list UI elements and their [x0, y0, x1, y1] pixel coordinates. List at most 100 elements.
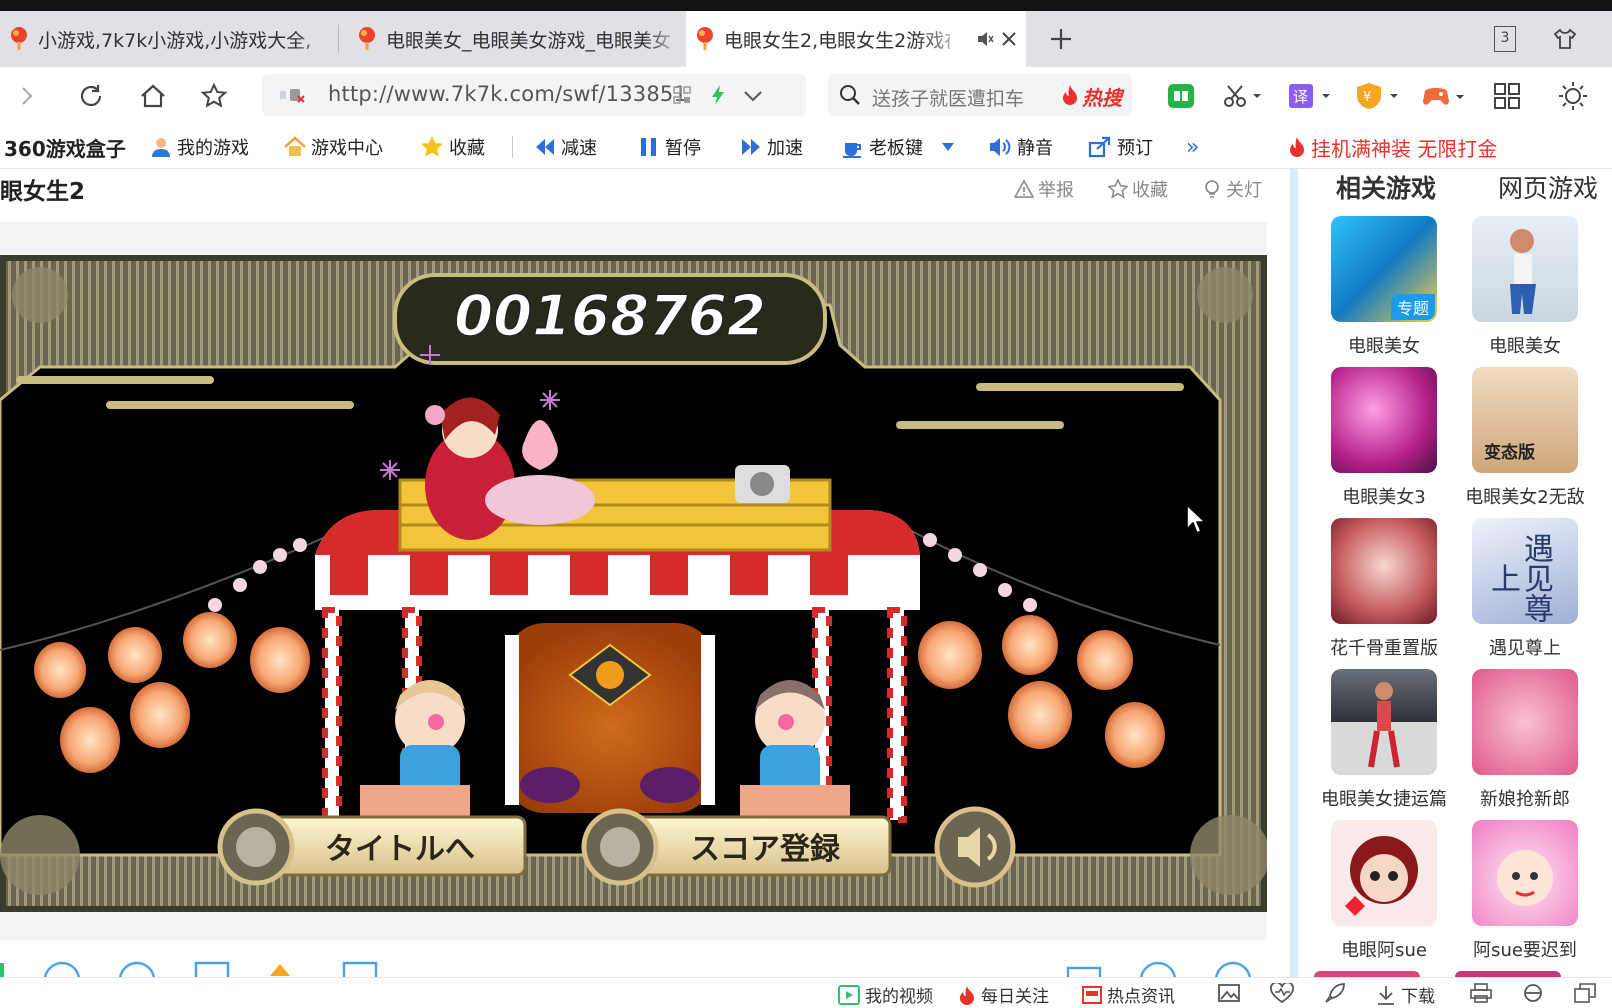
collect-button[interactable]: 收藏	[1108, 176, 1168, 202]
title-button[interactable]: タイトルへ	[217, 808, 527, 886]
lightning-icon[interactable]	[709, 84, 727, 106]
theme-button[interactable]	[1554, 77, 1592, 115]
hot-search-label[interactable]: 热搜	[1082, 82, 1122, 111]
game-card-7[interactable]: 新娘抢新郎	[1455, 669, 1595, 811]
game-label[interactable]: 新娘抢新郎	[1455, 785, 1595, 811]
game-label[interactable]: 电眼美女捷运篇	[1314, 785, 1454, 811]
caret-down-icon[interactable]	[941, 142, 955, 152]
window-restore-icon[interactable]	[1574, 983, 1596, 1003]
game-thumbnail[interactable]	[1472, 216, 1578, 322]
game-card-5[interactable]: 遇见尊上 遇见尊上	[1455, 518, 1595, 660]
game-card-4[interactable]: 花千骨重置版	[1314, 518, 1454, 660]
toolbar-my-games[interactable]: 我的游戏	[150, 133, 249, 161]
forward-button[interactable]	[8, 77, 46, 115]
reload-button[interactable]	[72, 77, 110, 115]
game-button[interactable]	[1418, 77, 1470, 115]
heartbeat-icon[interactable]	[1270, 983, 1294, 1003]
report-button[interactable]: 举报	[1014, 176, 1074, 202]
close-tab-icon[interactable]	[1000, 30, 1018, 48]
status-download[interactable]: 下载	[1376, 982, 1435, 1007]
toolbar-pause[interactable]: 暂停	[638, 133, 701, 161]
star-icon	[421, 136, 443, 157]
tab-web-games[interactable]: 网页游戏	[1498, 169, 1598, 205]
lights-off-button[interactable]: 关灯	[1202, 176, 1262, 202]
speaker-muted-icon[interactable]	[976, 30, 994, 48]
game-box-brand[interactable]: 360游戏盒子	[4, 133, 126, 161]
url-box[interactable]: http://www.7k7k.com/swf/133851	[262, 74, 806, 116]
game-sound-button[interactable]	[934, 806, 1016, 888]
image-icon[interactable]	[1218, 983, 1240, 1003]
action-label: 关灯	[1226, 180, 1262, 201]
status-daily-focus[interactable]: 每日关注	[958, 982, 1049, 1007]
action-label: 收藏	[1132, 180, 1168, 201]
game-thumbnail[interactable]	[1331, 669, 1437, 775]
game-label[interactable]: 遇见尊上	[1455, 634, 1595, 660]
game-canvas[interactable]: 00168762 タイトルへ スコア登録	[0, 255, 1270, 912]
game-card-6[interactable]: 电眼美女捷运篇	[1314, 669, 1454, 811]
toolbar-game-center[interactable]: 游戏中心	[284, 133, 383, 161]
game-card-1[interactable]: 电眼美女	[1455, 216, 1595, 358]
game-label[interactable]: 阿sue要迟到	[1455, 936, 1595, 962]
new-tab-button[interactable]	[1042, 20, 1080, 58]
game-thumbnail[interactable]	[1331, 820, 1437, 926]
game-thumbnail[interactable]: 变态版	[1472, 367, 1578, 473]
translate-button[interactable]: 译	[1284, 77, 1336, 115]
grid-icon	[1494, 83, 1520, 109]
game-card-9[interactable]: 阿sue要迟到	[1455, 820, 1595, 962]
game-card-8[interactable]: 电眼阿sue	[1314, 820, 1454, 962]
favorite-button[interactable]	[195, 77, 233, 115]
share-out-icon	[1088, 136, 1111, 158]
game-thumbnail[interactable]	[1472, 669, 1578, 775]
toolbar-slow-down[interactable]: 减速	[534, 133, 597, 161]
game-thumbnail[interactable]: 专题	[1331, 216, 1437, 322]
game-card-2[interactable]: 电眼美女3	[1314, 367, 1454, 509]
score-register-label: スコア登録	[690, 832, 841, 867]
tab-count-button[interactable]: 3	[1486, 20, 1524, 58]
url-text[interactable]: http://www.7k7k.com/swf/133851	[328, 82, 687, 106]
game-thumbnail[interactable]: 遇见尊上	[1472, 518, 1578, 624]
toolbar-speed-up[interactable]: 加速	[740, 133, 803, 161]
toolbar-reserve[interactable]: 预订	[1088, 133, 1153, 161]
game-label[interactable]: 电眼阿sue	[1314, 936, 1454, 962]
game-scene[interactable]: 00168762 タイトルへ スコア登録	[0, 255, 1270, 912]
game-label[interactable]: 电眼美女	[1314, 332, 1454, 358]
game-label[interactable]: 花千骨重置版	[1314, 634, 1454, 660]
chevron-down-icon[interactable]	[742, 89, 764, 103]
printer-icon[interactable]	[1470, 983, 1492, 1003]
camera-blocked-icon[interactable]	[278, 84, 306, 106]
toolbar-promo[interactable]: 挂机满神装 无限打金	[1288, 133, 1497, 161]
title-button-label: タイトルへ	[325, 832, 475, 867]
toolbar-mute[interactable]: 静音	[988, 133, 1053, 161]
status-hot-news[interactable]: 热点资讯	[1082, 982, 1175, 1007]
toolbar-boss-key[interactable]: 老板键	[842, 133, 960, 161]
mouse-cursor-icon	[1186, 504, 1208, 535]
game-thumbnail[interactable]	[1331, 518, 1437, 624]
tab-menu-button[interactable]	[1546, 20, 1584, 58]
reader-button[interactable]	[1162, 77, 1200, 115]
ie-icon[interactable]	[1522, 983, 1544, 1003]
wallet-button[interactable]: ¥	[1352, 77, 1404, 115]
share-icons-row[interactable]	[0, 948, 1267, 999]
toolbar-divider	[512, 136, 513, 158]
screenshot-button[interactable]	[1220, 77, 1264, 115]
status-my-video[interactable]: 我的视频	[838, 982, 933, 1007]
qr-code-icon[interactable]	[672, 85, 692, 105]
search-input[interactable]: 送孩子就医遭扣车	[872, 84, 1024, 111]
game-card-0[interactable]: 专题 电眼美女	[1314, 216, 1454, 358]
score-register-button[interactable]: スコア登録	[581, 808, 892, 886]
tab-dianyan-meinv[interactable]: 电眼美女_电眼美女游戏_电眼美女	[348, 11, 684, 67]
tab-7k7k-home[interactable]: 小游戏,7k7k小游戏,小游戏大全,	[0, 11, 336, 67]
search-box[interactable]: 送孩子就医遭扣车 热搜	[828, 74, 1132, 116]
game-label[interactable]: 电眼美女2无敌	[1455, 483, 1595, 509]
home-button[interactable]	[134, 77, 172, 115]
toolbar-favorites[interactable]: 收藏	[420, 133, 485, 161]
game-label[interactable]: 电眼美女3	[1314, 483, 1454, 509]
apps-button[interactable]	[1488, 77, 1526, 115]
game-label[interactable]: 电眼美女	[1455, 332, 1595, 358]
game-thumbnail[interactable]	[1331, 367, 1437, 473]
tab-related-games[interactable]: 相关游戏	[1336, 169, 1436, 205]
rocket-icon[interactable]	[1324, 982, 1346, 1004]
toolbar-more[interactable]: »	[1186, 133, 1199, 161]
game-thumbnail[interactable]	[1472, 820, 1578, 926]
game-card-3[interactable]: 变态版 电眼美女2无敌	[1455, 367, 1595, 509]
